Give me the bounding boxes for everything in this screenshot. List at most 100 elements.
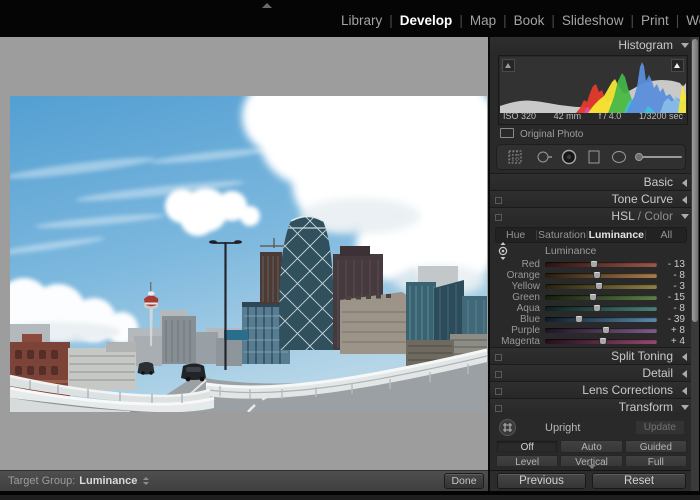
panel-switch-icon[interactable]: [495, 371, 502, 378]
panel-header-tone-curve[interactable]: Tone Curve: [490, 190, 699, 207]
slider-label: Red: [490, 259, 540, 270]
hsl-slider-magenta: Magenta+ 4: [490, 336, 699, 347]
upright-grid-icon[interactable]: [499, 419, 516, 436]
slider-value: - 15: [668, 292, 685, 303]
slider-label: Orange: [490, 270, 540, 281]
transform-panel: Upright Update OffAutoGuided LevelVertic…: [490, 415, 699, 466]
shadow-clipping-indicator[interactable]: [502, 59, 515, 72]
hsl-tab-all[interactable]: All: [647, 229, 686, 241]
aperture-value: f / 4.0: [599, 111, 622, 123]
slider-thumb[interactable]: [593, 304, 601, 312]
hsl-sliders: Red- 13Orange- 8Yellow- 3Green- 15Aqua- …: [490, 259, 699, 347]
crop-overlay-icon[interactable]: [509, 151, 521, 163]
panel-scrollbar[interactable]: [691, 37, 699, 500]
slider-thumb[interactable]: [575, 315, 583, 323]
red-eye-icon[interactable]: [563, 151, 576, 164]
slider-label: Aqua: [490, 303, 540, 314]
histogram-title: Histogram: [618, 38, 673, 52]
slider-track[interactable]: [545, 273, 657, 278]
upright-button-full[interactable]: Full: [625, 455, 687, 466]
slider-value: - 39: [668, 314, 685, 325]
slider-thumb[interactable]: [595, 282, 603, 290]
panel-switch-icon[interactable]: [495, 214, 502, 221]
slider-track[interactable]: [545, 317, 657, 322]
slider-track[interactable]: [545, 295, 657, 300]
panel-footer: Previous Reset: [490, 470, 699, 491]
hsl-tab-saturation[interactable]: Saturation: [538, 229, 586, 241]
nav-separator: |: [676, 13, 680, 28]
develop-toolbar: Target Group:Luminance Done: [0, 470, 488, 491]
upright-button-auto[interactable]: Auto: [560, 440, 622, 453]
chevron-left-icon: [682, 353, 687, 361]
module-develop[interactable]: Develop: [400, 13, 453, 28]
nav-separator: |: [503, 13, 507, 28]
panel-header-basic[interactable]: Basic: [490, 173, 699, 190]
original-photo-label: Original Photo: [520, 129, 583, 140]
slider-track[interactable]: [545, 284, 657, 289]
panel-switch-icon[interactable]: [495, 405, 502, 412]
slider-track[interactable]: [545, 339, 657, 344]
panel-header-transform[interactable]: Transform: [490, 398, 699, 415]
slider-value: - 8: [673, 270, 685, 281]
chevron-left-icon: [682, 196, 687, 204]
module-library[interactable]: Library: [341, 13, 382, 28]
chevron-left-icon: [682, 179, 687, 187]
slider-label: Yellow: [490, 281, 540, 292]
hsl-section-label: Luminance: [545, 245, 596, 257]
nav-separator: |: [630, 13, 634, 28]
adjustment-brush-icon[interactable]: [635, 153, 681, 160]
slider-thumb[interactable]: [602, 326, 610, 334]
slider-value: + 8: [671, 325, 685, 336]
module-map[interactable]: Map: [470, 13, 496, 28]
previous-button[interactable]: Previous: [497, 473, 586, 489]
done-button[interactable]: Done: [444, 473, 484, 489]
targeted-adjustment-tool-icon[interactable]: [496, 242, 510, 260]
panel-switch-icon[interactable]: [495, 197, 502, 204]
target-group[interactable]: Target Group:Luminance: [8, 475, 149, 487]
update-button[interactable]: Update: [635, 420, 685, 435]
panel-header-histogram[interactable]: Histogram: [490, 37, 699, 54]
panel-switch-icon[interactable]: [495, 388, 502, 395]
histogram-box: ISO 320 42 mm f / 4.0 1/3200 sec: [498, 55, 688, 125]
spot-removal-icon[interactable]: [538, 152, 552, 162]
iso-value: ISO 320: [503, 111, 536, 123]
highlight-clipping-indicator[interactable]: [671, 59, 684, 72]
slider-thumb[interactable]: [599, 337, 607, 345]
module-picker: Library|Develop|Map|Book|Slideshow|Print…: [336, 13, 700, 28]
chevron-down-icon: [681, 214, 689, 219]
upright-button-level[interactable]: Level: [496, 455, 558, 466]
panel-header-hsl-color[interactable]: HSL / Color: [490, 207, 699, 224]
slider-thumb[interactable]: [593, 271, 601, 279]
chevron-left-icon: [682, 370, 687, 378]
upright-button-off[interactable]: Off: [496, 440, 558, 453]
panel-header-detail[interactable]: Detail: [490, 364, 699, 381]
module-print[interactable]: Print: [641, 13, 669, 28]
top-panel-collapse-icon[interactable]: [262, 3, 272, 8]
panel-header-lens-corrections[interactable]: Lens Corrections: [490, 381, 699, 398]
scrollbar-thumb[interactable]: [692, 39, 698, 322]
histogram-graph[interactable]: [500, 57, 686, 113]
slider-thumb[interactable]: [589, 293, 597, 301]
module-book[interactable]: Book: [514, 13, 545, 28]
panel-switch-icon[interactable]: [495, 354, 502, 361]
slider-track[interactable]: [545, 262, 657, 267]
slider-track[interactable]: [545, 328, 657, 333]
module-slideshow[interactable]: Slideshow: [562, 13, 624, 28]
upright-button-guided[interactable]: Guided: [625, 440, 687, 453]
reset-button[interactable]: Reset: [592, 473, 686, 489]
panel-header-split-toning[interactable]: Split Toning: [490, 347, 699, 364]
hsl-tab-hue[interactable]: Hue: [496, 229, 535, 241]
hsl-tab-luminance[interactable]: Luminance: [589, 229, 644, 241]
focal-length-value: 42 mm: [554, 111, 582, 123]
slider-thumb[interactable]: [590, 260, 598, 268]
target-group-popup-icon[interactable]: [143, 477, 149, 485]
module-web[interactable]: Web: [686, 13, 700, 28]
photo[interactable]: [10, 96, 487, 412]
upright-label: Upright: [545, 422, 580, 434]
original-photo-row[interactable]: Original Photo: [490, 125, 699, 141]
slider-value: - 8: [673, 303, 685, 314]
canvas-background: [0, 37, 488, 470]
slider-track[interactable]: [545, 306, 657, 311]
graduated-filter-icon[interactable]: [589, 151, 599, 163]
radial-filter-icon[interactable]: [613, 152, 626, 163]
